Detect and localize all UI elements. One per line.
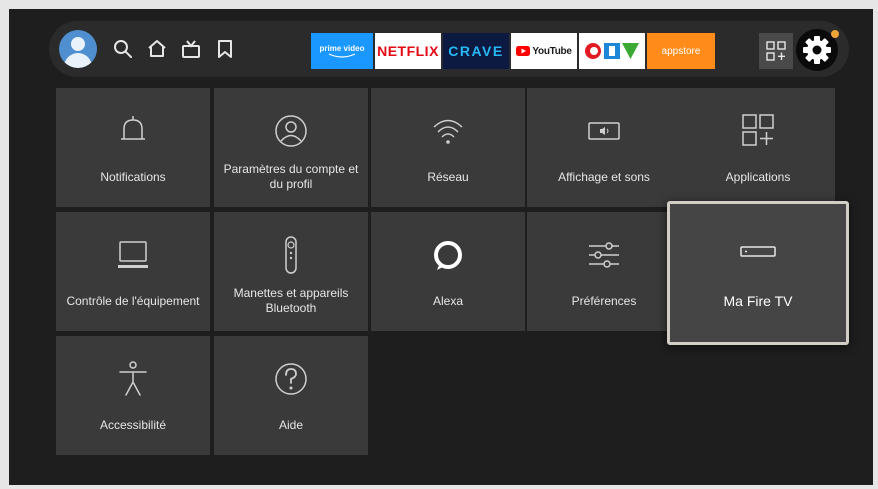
tile-notifications[interactable]: Notifications [56, 88, 210, 207]
tv-icon [118, 241, 148, 268]
tile-label: Notifications [100, 169, 166, 184]
wifi-icon [433, 119, 463, 144]
tile-label: Réseau [427, 169, 469, 184]
profile-avatar[interactable] [59, 30, 97, 68]
tile-equipment-control[interactable]: Contrôle de l'équipement [56, 212, 210, 331]
bell-icon [121, 116, 145, 140]
notification-dot [831, 30, 839, 38]
ctv-logo-icon [585, 43, 639, 59]
tile-network[interactable]: Réseau [371, 88, 525, 207]
prime-video-app[interactable]: prime video [311, 33, 373, 69]
tile-label: Applications [725, 169, 791, 184]
tile-preferences[interactable]: Préférences [527, 212, 681, 331]
remote-icon [285, 236, 297, 274]
appstore-logo-text: appstore [661, 45, 701, 57]
apps-icon [742, 114, 774, 146]
youtube-play-icon [516, 46, 531, 56]
ctv-app[interactable] [579, 33, 645, 69]
accessibility-icon [119, 361, 147, 396]
tile-alexa[interactable]: Alexa [371, 212, 525, 331]
tile-label: Aide [278, 417, 304, 432]
tile-label: Manettes et appareils Bluetooth [233, 286, 349, 315]
home-icon[interactable] [145, 37, 169, 61]
alexa-icon [434, 241, 462, 270]
bookmark-icon[interactable] [213, 37, 237, 61]
tile-label: Accessibilité [99, 417, 167, 432]
search-icon[interactable] [111, 37, 135, 61]
tile-label: Contrôle de l'équipement [66, 293, 200, 308]
user-circle-icon [275, 115, 307, 147]
youtube-app[interactable]: YouTube [511, 33, 577, 69]
tile-label: Affichage et sons [558, 169, 650, 184]
live-tv-icon[interactable] [179, 37, 203, 61]
crave-app[interactable]: CRAVE [443, 33, 509, 69]
all-apps-button[interactable] [759, 33, 793, 69]
youtube-logo-text: YouTube [532, 45, 572, 57]
tile-display-sound[interactable]: Affichage et sons [527, 88, 681, 207]
help-icon [275, 363, 307, 395]
tile-label: Préférences [571, 293, 637, 308]
tile-my-fire-tv[interactable]: Ma Fire TV [667, 201, 849, 345]
tile-label: Paramètres du compte et du profil [223, 162, 359, 191]
tile-applications[interactable]: Applications [681, 88, 835, 207]
fire-tv-device-icon [740, 246, 776, 257]
tile-account-profile[interactable]: Paramètres du compte et du profil [214, 88, 368, 207]
display-sound-icon [588, 122, 620, 140]
prime-video-logo-text: prime video [319, 43, 365, 53]
tile-help[interactable]: Aide [214, 336, 368, 455]
top-navigation-bar: prime video NETFLIX CRAVE YouTube appsto… [49, 21, 849, 77]
netflix-app[interactable]: NETFLIX [375, 33, 441, 69]
tile-label: Ma Fire TV [723, 292, 793, 309]
avatar-body [64, 53, 92, 68]
tile-remotes-bluetooth[interactable]: Manettes et appareils Bluetooth [214, 212, 368, 331]
netflix-logo-text: NETFLIX [377, 43, 439, 59]
tile-accessibility[interactable]: Accessibilité [56, 336, 210, 455]
grid-apps-icon [766, 41, 786, 61]
sliders-icon [589, 242, 619, 268]
tile-label: Alexa [432, 293, 464, 308]
avatar-head [71, 37, 85, 51]
appstore-app[interactable]: appstore [647, 33, 715, 69]
fire-tv-settings-screen: prime video NETFLIX CRAVE YouTube appsto… [9, 9, 873, 485]
crave-logo-text: CRAVE [448, 43, 504, 59]
prime-smile-icon [328, 52, 356, 58]
